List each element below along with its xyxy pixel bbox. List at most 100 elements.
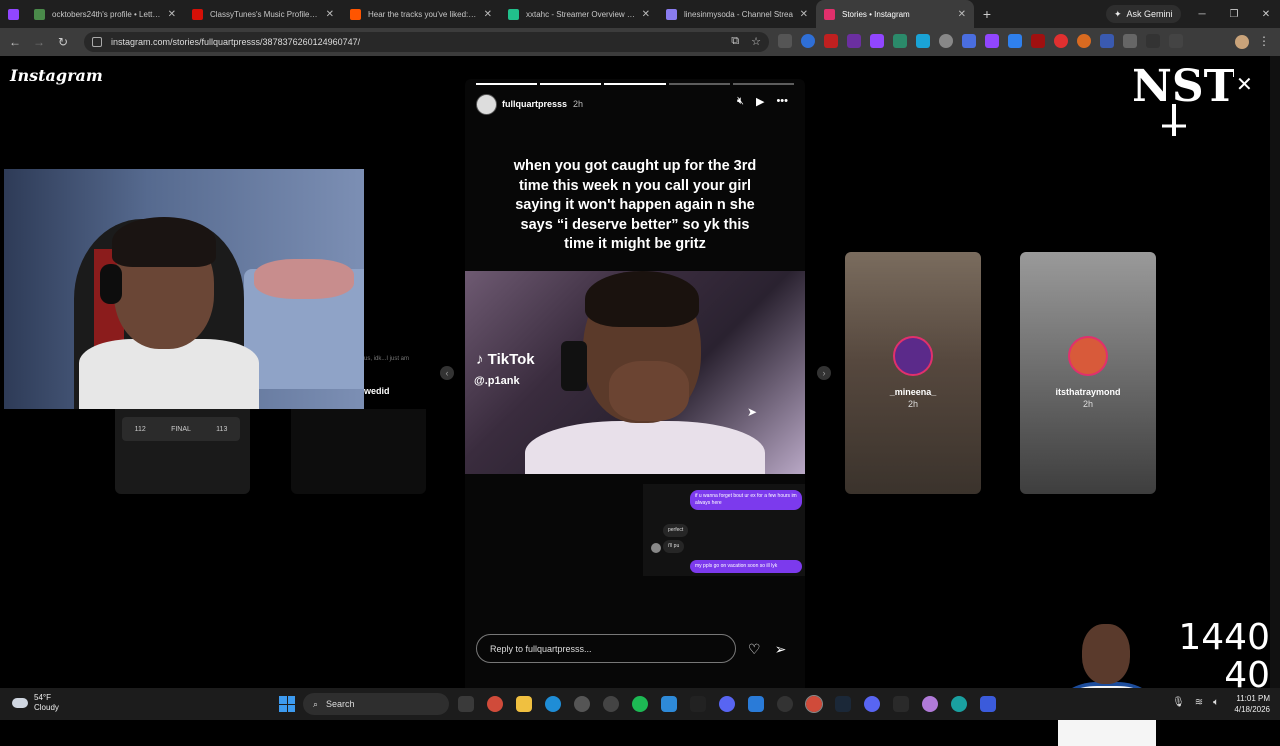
edge-icon[interactable]	[545, 696, 561, 712]
window-close-icon[interactable]: ✕	[1250, 9, 1280, 20]
preview-username[interactable]: wedid	[364, 386, 390, 396]
close-icon[interactable]: ✕	[800, 9, 808, 20]
extension-icon[interactable]	[1100, 34, 1114, 48]
ask-gemini-button[interactable]: ✦ Ask Gemini	[1106, 5, 1181, 23]
tab-twitch-pinned[interactable]	[0, 0, 26, 28]
tab-lastfm[interactable]: ClassyTunes's Music Profile | La ✕	[184, 0, 342, 28]
wifi-icon[interactable]: ≋	[1195, 697, 1203, 708]
taskbar-apps	[458, 695, 996, 713]
clock-date: 4/18/2026	[1234, 705, 1270, 714]
close-icon[interactable]: ✕	[484, 9, 492, 20]
reading-list-icon[interactable]	[1169, 34, 1183, 48]
story-video[interactable]: ♪ TikTok @.p1ank	[465, 271, 805, 474]
score-overlay: 1440 40	[1172, 619, 1270, 695]
close-icon[interactable]: ✕	[168, 9, 176, 20]
tab-instagram-stories[interactable]: Stories • Instagram ✕	[816, 0, 974, 28]
app-icon[interactable]	[980, 696, 996, 712]
extension-icon[interactable]	[870, 34, 884, 48]
extension-icon[interactable]	[916, 34, 930, 48]
tab-streamer-overview[interactable]: xxtahc - Streamer Overview & S ✕	[500, 0, 658, 28]
reply-input[interactable]: Reply to fullquartpresss...	[476, 634, 736, 663]
page-scrollbar[interactable]	[1270, 56, 1280, 688]
site-info-icon[interactable]	[92, 37, 102, 47]
puzzle-extensions-icon[interactable]	[1123, 34, 1137, 48]
instagram-logo[interactable]: Instagram	[10, 66, 103, 85]
weather-widget[interactable]: 54°F Cloudy	[12, 693, 59, 713]
close-icon[interactable]: ✕	[326, 9, 334, 20]
discord-icon[interactable]	[864, 696, 880, 712]
capcut-icon[interactable]	[690, 696, 706, 712]
tab-soundcloud[interactable]: Hear the tracks you've liked: on ✕	[342, 0, 500, 28]
extension-icon[interactable]	[824, 34, 838, 48]
notepad-icon[interactable]	[748, 696, 764, 712]
app-icon[interactable]	[951, 696, 967, 712]
browser-menu-icon[interactable]: ⋮	[1258, 34, 1270, 48]
app-icon[interactable]	[777, 696, 793, 712]
close-stories-icon[interactable]: ✕	[1236, 72, 1253, 97]
windows-start-icon[interactable]	[279, 696, 295, 712]
downloads-icon[interactable]	[1146, 34, 1160, 48]
epic-games-icon[interactable]	[893, 696, 909, 712]
send-icon[interactable]: ➢	[775, 641, 787, 658]
minimize-icon[interactable]: ─	[1186, 9, 1218, 20]
active-story[interactable]: fullquartpresss 2h 🔇︎ ▶ ••• when you got…	[465, 79, 805, 689]
spotify-icon[interactable]	[632, 696, 648, 712]
story-preview-card[interactable]: itsthatraymond 2h	[1020, 252, 1156, 494]
discord-icon[interactable]	[719, 696, 735, 712]
story-username[interactable]: fullquartpresss	[502, 99, 567, 109]
chrome-app-icon[interactable]	[487, 696, 503, 712]
previous-story-arrow[interactable]: ‹	[440, 366, 454, 380]
tab-channel-stream[interactable]: linesinmysoda - Channel Strea ✕	[658, 0, 816, 28]
close-icon[interactable]: ✕	[958, 9, 966, 20]
mute-icon[interactable]: 🔇︎	[737, 95, 744, 108]
webcam-blanket	[254, 259, 354, 299]
microphone-icon[interactable]: 🎙︎	[1172, 697, 1185, 708]
extension-icon[interactable]	[893, 34, 907, 48]
maximize-icon[interactable]: ❐	[1218, 9, 1250, 20]
story-preview-card[interactable]: _mineena_ 2h	[845, 252, 981, 494]
extension-icon[interactable]	[801, 34, 815, 48]
tab-strip: ocktobers24th's profile • Letterb ✕ Clas…	[0, 0, 1280, 28]
photos-icon[interactable]	[661, 696, 677, 712]
taskbar-search[interactable]: ⌕ Search	[303, 693, 449, 715]
tab-title: ClassyTunes's Music Profile | La	[210, 9, 320, 19]
install-app-icon[interactable]: ⧉	[731, 35, 739, 48]
app-icon[interactable]	[922, 696, 938, 712]
extension-icon[interactable]	[939, 34, 953, 48]
next-story-arrow[interactable]: ›	[817, 366, 831, 380]
score-right: 113	[216, 425, 228, 433]
address-bar[interactable]: instagram.com/stories/fullquartpresss/38…	[84, 32, 769, 52]
task-view-icon[interactable]	[458, 696, 474, 712]
extension-icon[interactable]	[1008, 34, 1022, 48]
obs-icon[interactable]	[603, 696, 619, 712]
file-explorer-icon[interactable]	[516, 696, 532, 712]
story-avatar[interactable]	[476, 93, 497, 115]
extension-icon[interactable]	[1077, 34, 1091, 48]
forward-icon[interactable]: →	[27, 35, 51, 49]
story-preview-card[interactable]: 112 FINAL 113	[115, 409, 250, 494]
more-options-icon[interactable]: •••	[776, 95, 788, 108]
new-tab-button[interactable]: +	[974, 6, 1000, 22]
volume-icon[interactable]: 🔈︎	[1213, 697, 1219, 708]
reload-icon[interactable]: ↻	[51, 35, 75, 49]
extension-icon[interactable]	[962, 34, 976, 48]
clock-time: 11:01 PM	[1236, 694, 1270, 703]
sidebar-icon[interactable]	[778, 34, 792, 48]
chrome-active-icon[interactable]	[805, 695, 823, 713]
back-icon[interactable]: ←	[3, 35, 27, 49]
media-player-icon[interactable]	[574, 696, 590, 712]
extension-icon[interactable]	[1031, 34, 1045, 48]
extension-icon[interactable]	[847, 34, 861, 48]
steam-icon[interactable]	[835, 696, 851, 712]
profile-avatar[interactable]	[1235, 35, 1249, 49]
tab-letterboxd[interactable]: ocktobers24th's profile • Letterb ✕	[26, 0, 184, 28]
story-preview-card[interactable]	[291, 409, 426, 494]
heart-icon[interactable]: ♡	[748, 641, 761, 658]
extension-icon[interactable]	[1054, 34, 1068, 48]
play-icon[interactable]: ▶	[756, 95, 764, 108]
taskbar-clock[interactable]: 11:01 PM 4/18/2026	[1228, 693, 1270, 715]
close-icon[interactable]: ✕	[642, 9, 650, 20]
bookmark-star-icon[interactable]: ☆	[751, 35, 761, 48]
extension-icon[interactable]	[985, 34, 999, 48]
window-controls: ─ ❐ ✕	[1186, 0, 1280, 28]
